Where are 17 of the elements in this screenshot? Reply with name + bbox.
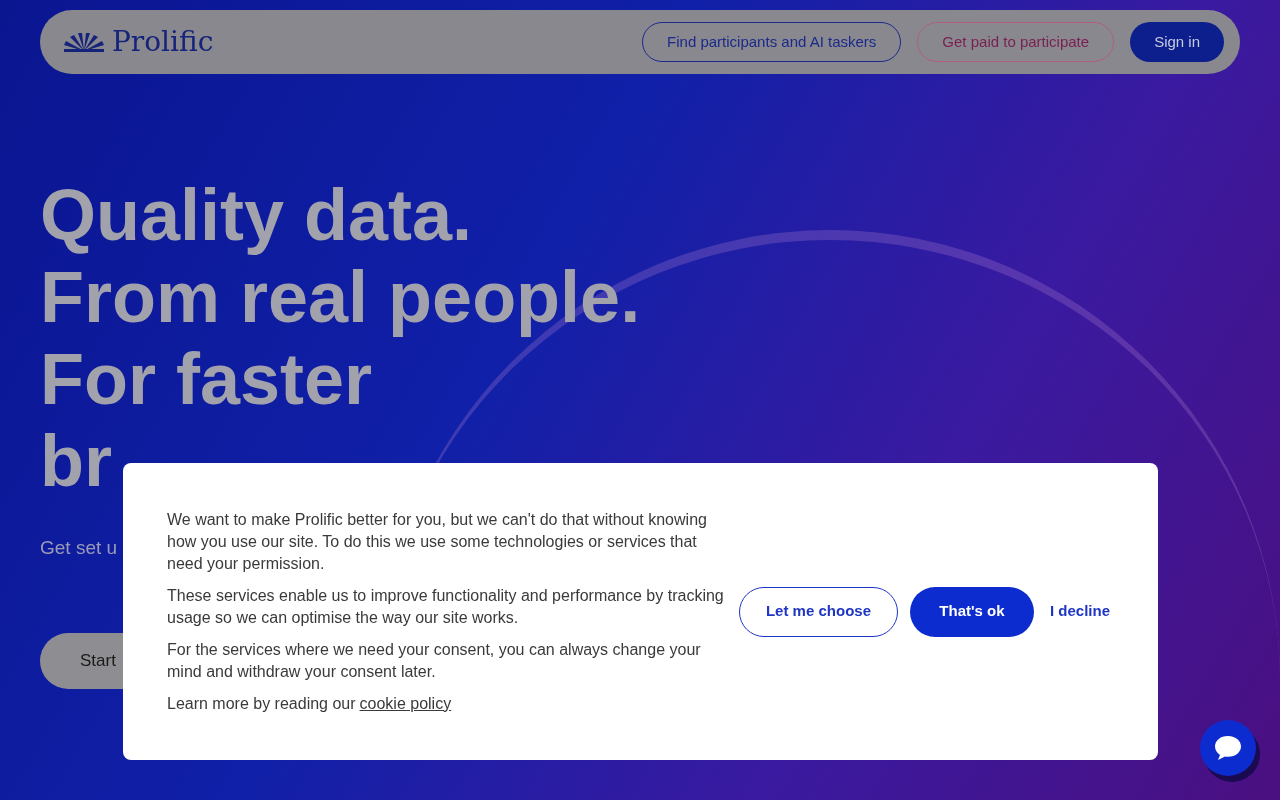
nav-button[interactable]: Sign in	[1130, 22, 1224, 62]
consent-paragraph: For the services where we need your consent, you can always change your mind and withdraw your consent later.	[167, 639, 702, 682]
consent-paragraph: These services enable us to improve functionality and performance by tracking usage so we can optimise the way our site works.	[167, 585, 725, 628]
hero-subtitle: Get set u	[40, 536, 118, 560]
hero-headline: For faster	[40, 338, 373, 420]
hero-headline: br	[40, 420, 112, 502]
logo-icon	[64, 31, 104, 53]
consent-button[interactable]: I decline	[1045, 600, 1114, 623]
consent-button[interactable]: That's ok	[909, 586, 1034, 637]
logo-text: Prolific	[112, 24, 214, 60]
cookie-policy-link[interactable]: cookie policy	[359, 692, 452, 715]
learn-more-text: Learn more by reading our	[167, 693, 356, 714]
hero-headline: From real people.	[40, 256, 641, 338]
chat-bubble-icon	[1213, 734, 1243, 762]
hero-headline: Quality data.	[40, 174, 473, 256]
start-button[interactable]: Start	[40, 632, 123, 689]
consent-paragraph: We want to make Prolific better for you, but we can't do that without knowing how you use our site. To do this we use some technologies or services that need your permission.	[167, 509, 708, 574]
